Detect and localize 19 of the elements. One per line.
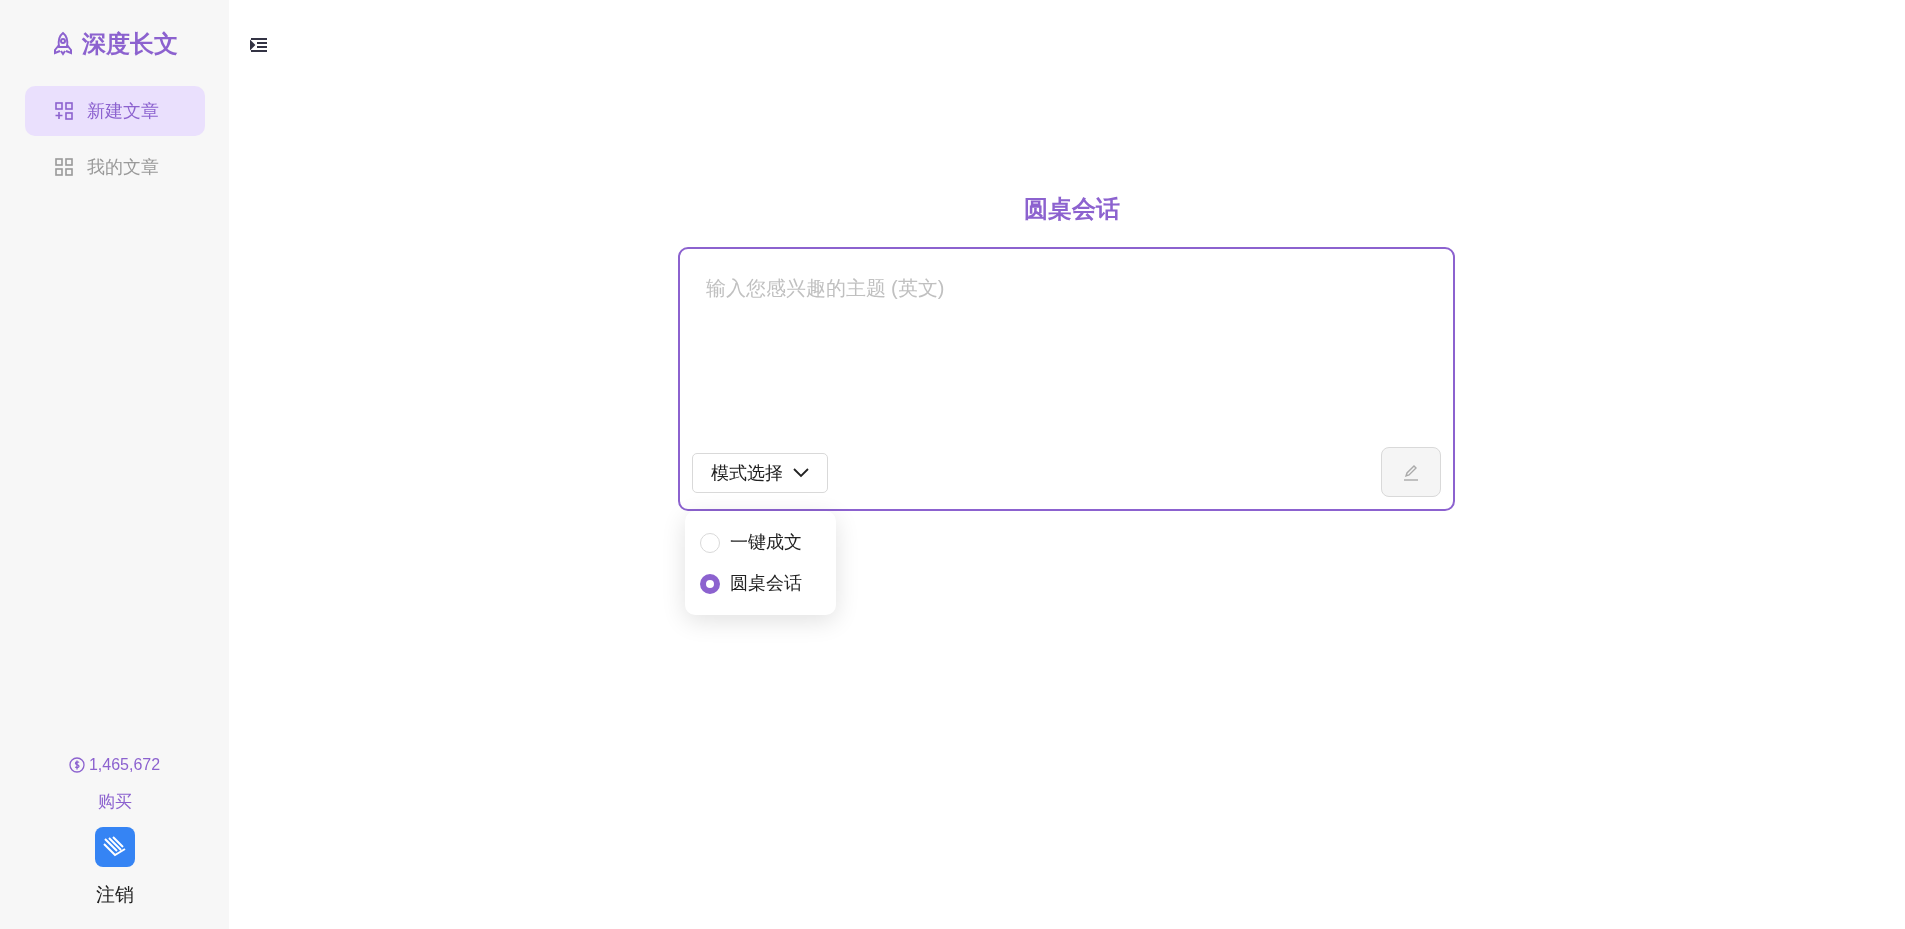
page-title: 圆桌会话 (1024, 194, 1120, 224)
radio-button[interactable] (699, 573, 720, 594)
dollar-coin-icon (68, 757, 85, 773)
buy-link[interactable]: 购买 (97, 789, 132, 815)
add-grid-icon (54, 102, 73, 120)
topic-input[interactable]: 输入您感兴趣的主题 (英文) (679, 249, 1453, 429)
collapse-menu-icon[interactable] (249, 36, 269, 54)
app-logo-icon (94, 826, 135, 867)
balance-amount: 1,465,672 (88, 755, 161, 775)
logo-text: 深度长文 (81, 29, 178, 59)
grid-icon (54, 158, 73, 176)
logout-button[interactable]: 注销 (95, 880, 134, 909)
rocket-icon (51, 31, 74, 57)
sidebar-item[interactable]: 新建文章 (24, 86, 205, 136)
chevron-down-icon (792, 468, 809, 478)
topic-input-box[interactable]: 输入您感兴趣的主题 (英文) 模式选择 (677, 247, 1455, 511)
mode-option[interactable]: 一键成文 (699, 529, 821, 556)
mode-option[interactable]: 圆桌会话 (699, 570, 821, 597)
mode-select-button[interactable]: 模式选择 (691, 453, 828, 493)
